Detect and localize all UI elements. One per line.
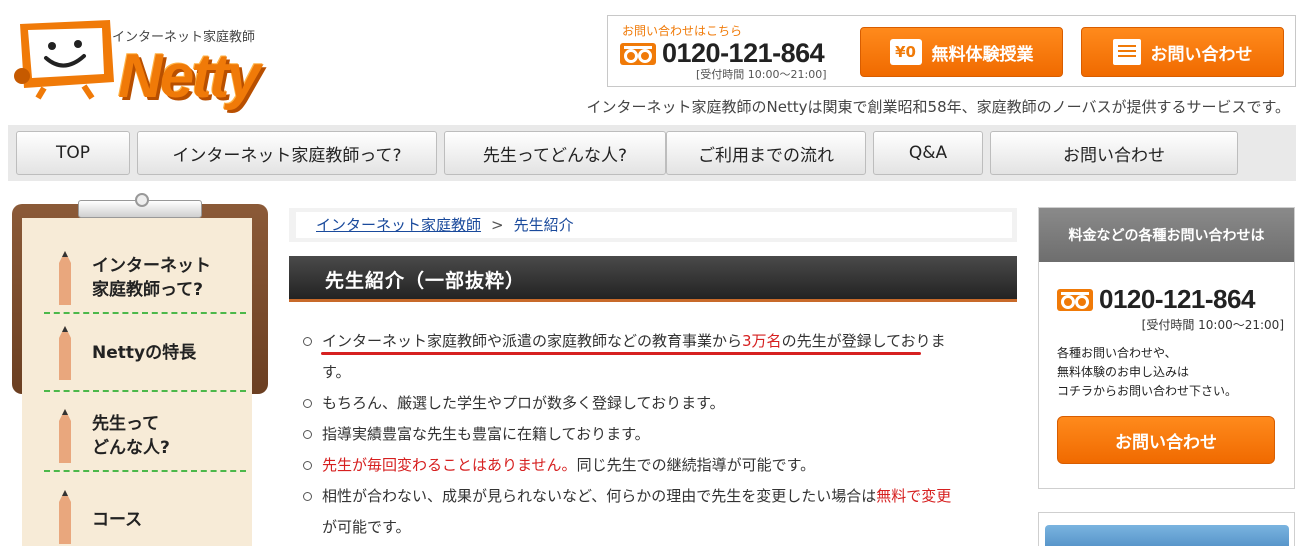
- logo-wordmark: Netty: [118, 42, 261, 111]
- point-highlight: 3万名: [742, 332, 782, 350]
- sidebar-item-teachers[interactable]: 先生って どんな人?: [22, 406, 252, 466]
- list-item: 相性が合わない、成果が見られないなど、何らかの理由で先生を変更したい場合は無料で…: [300, 481, 1012, 543]
- widget-phone-number: 0120-121-864: [1099, 284, 1255, 314]
- sidebar-item-label: インターネット: [92, 256, 211, 276]
- sidebar-divider: [44, 312, 246, 314]
- sidebar-item-features[interactable]: Nettyの特長: [22, 326, 252, 380]
- free-trial-label: 無料体験授業: [931, 44, 1034, 65]
- header-phone[interactable]: 0120-121-864: [620, 38, 825, 69]
- pencil-icon: [59, 409, 71, 463]
- tv-mascot-icon: [14, 20, 114, 100]
- sidebar-item-label: Nettyの特長: [92, 343, 197, 363]
- point-text: の先生が登録しておりま: [781, 332, 946, 350]
- point-text: 同じ先生での継続指導が可能です。: [576, 456, 816, 474]
- header-contact-box: お問い合わせはこちら 0120-121-864 [受付時間 10:00〜21:0…: [607, 15, 1296, 87]
- widget-contact-button[interactable]: お問い合わせ: [1057, 416, 1275, 464]
- header-phone-hours: [受付時間 10:00〜21:00]: [696, 68, 827, 81]
- point-text: が可能です。: [322, 518, 411, 536]
- sidebar-item-label: 家庭教師って?: [92, 280, 204, 300]
- free-trial-button[interactable]: ¥0 無料体験授業: [860, 27, 1063, 77]
- breadcrumb: インターネット家庭教師 > 先生紹介: [296, 212, 1012, 238]
- pencil-icon: [59, 251, 71, 305]
- header-contact-label: お問い合わせ: [1150, 44, 1253, 65]
- nav-item-about[interactable]: インターネット家庭教師って?: [137, 131, 437, 175]
- widget-phone-hours: [受付時間 10:00〜21:00]: [1141, 318, 1284, 332]
- section-title: 先生紹介（一部抜粋）: [325, 270, 526, 292]
- header-contact-button[interactable]: お問い合わせ: [1081, 27, 1284, 77]
- widget-description: 各種お問い合わせや、 無料体験のお申し込みは コチラからお問い合わせ下さい。: [1057, 346, 1238, 398]
- widget-phone[interactable]: 0120-121-864: [1057, 284, 1255, 315]
- nav-item-qa[interactable]: Q&A: [873, 131, 983, 175]
- contact-widget-title: 料金などの各種お問い合わせは: [1039, 208, 1294, 262]
- nav-item-teachers[interactable]: 先生ってどんな人?: [444, 131, 666, 175]
- section-heading: 先生紹介（一部抜粋）: [289, 256, 1017, 302]
- sidebar-item-label: どんな人?: [92, 438, 170, 458]
- breadcrumb-separator: >: [491, 216, 504, 234]
- point-highlight: 無料で変更: [876, 487, 952, 505]
- site-logo[interactable]: インターネット家庭教師 Netty: [12, 14, 274, 114]
- list-item: 先生が毎回変わることはありません。同じ先生での継続指導が可能です。: [300, 450, 1012, 481]
- free-dial-icon: [620, 42, 656, 65]
- sidebar-menu: インターネット 家庭教師って? Nettyの特長 先生って どんな人? コース: [22, 218, 252, 546]
- second-widget: [1038, 512, 1295, 546]
- header-description: インターネット家庭教師のNettyは関東で創業昭和58年、家庭教師のノーバスが提…: [586, 98, 1290, 116]
- pencil-icon: [59, 490, 71, 544]
- pencil-icon: [59, 326, 71, 380]
- point-text: す。: [322, 363, 351, 381]
- point-text: 相性が合わない、成果が見られないなど、何らかの理由で先生を変更したい場合は: [322, 487, 877, 505]
- breadcrumb-current: 先生紹介: [513, 216, 574, 234]
- sidebar-item-label: 先生って: [92, 414, 160, 434]
- phone-lead-text: お問い合わせはこちら: [622, 24, 743, 38]
- list-item: インターネット家庭教師や派遣の家庭教師などの教育事業から3万名の先生が登録してお…: [300, 326, 1012, 388]
- nav-item-flow[interactable]: ご利用までの流れ: [666, 131, 866, 175]
- list-item: 指導実績豊富な先生も豊富に在籍しております。: [300, 419, 1012, 450]
- yen-icon: ¥0: [889, 39, 922, 65]
- sidebar-item-about[interactable]: インターネット 家庭教師って?: [22, 248, 252, 308]
- breadcrumb-home-link[interactable]: インターネット家庭教師: [316, 216, 481, 234]
- highlight-underline: [321, 352, 921, 355]
- list-item: もちろん、厳選した学生やプロが数多く登録しております。: [300, 388, 1012, 419]
- sidebar-divider: [44, 470, 246, 472]
- free-dial-icon: [1057, 288, 1093, 311]
- document-icon: [1112, 39, 1141, 65]
- nav-item-top[interactable]: TOP: [16, 131, 130, 175]
- teacher-points-list: インターネット家庭教師や派遣の家庭教師などの教育事業から3万名の先生が登録してお…: [300, 326, 1012, 543]
- nav-item-contact[interactable]: お問い合わせ: [990, 131, 1238, 175]
- sidebar-item-course[interactable]: コース: [22, 490, 252, 546]
- point-highlight: 先生が毎回変わることはありません。: [322, 456, 577, 474]
- clipboard-clip: [78, 193, 202, 218]
- point-text: インターネット家庭教師や派遣の家庭教師などの教育事業から: [322, 332, 743, 350]
- global-nav: TOP インターネット家庭教師って? 先生ってどんな人? ご利用までの流れ Q&…: [8, 125, 1296, 181]
- sidebar-item-label: コース: [92, 510, 143, 530]
- header-phone-number: 0120-121-864: [662, 38, 825, 68]
- sidebar-divider: [44, 390, 246, 392]
- second-widget-banner[interactable]: [1045, 525, 1289, 546]
- contact-widget: 料金などの各種お問い合わせは 0120-121-864 [受付時間 10:00〜…: [1038, 207, 1295, 489]
